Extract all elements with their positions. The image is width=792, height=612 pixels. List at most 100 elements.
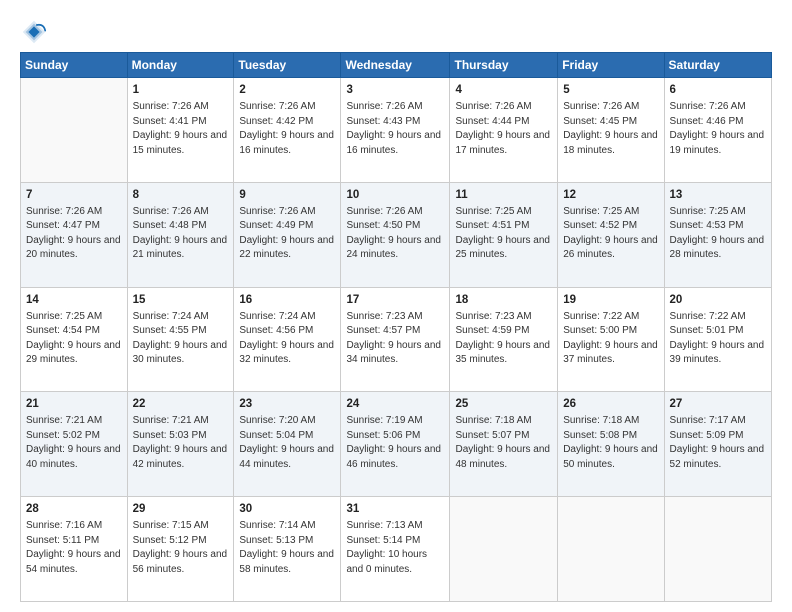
calendar-week-row: 1 Sunrise: 7:26 AM Sunset: 4:41 PM Daylig… [21,78,772,183]
day-number: 30 [239,501,335,517]
day-number: 25 [455,396,552,412]
day-info: Sunrise: 7:26 AM Sunset: 4:45 PM Dayligh… [563,100,658,158]
day-info: Sunrise: 7:26 AM Sunset: 4:42 PM Dayligh… [239,100,335,158]
calendar-day-cell: 21 Sunrise: 7:21 AM Sunset: 5:02 PM Dayli… [21,392,128,497]
day-info: Sunrise: 7:26 AM Sunset: 4:44 PM Dayligh… [455,100,552,158]
weekday-header: Tuesday [234,53,341,78]
day-info: Sunrise: 7:25 AM Sunset: 4:54 PM Dayligh… [26,310,122,368]
day-number: 12 [563,187,658,203]
day-number: 1 [133,82,229,98]
calendar-day-cell: 20Sunrise: 7:22 AM Sunset: 5:01 PM Dayli… [664,287,771,392]
calendar-day-cell: 3 Sunrise: 7:26 AM Sunset: 4:43 PM Daylig… [341,78,450,183]
calendar-day-cell: 30 Sunrise: 7:14 AM Sunset: 5:13 PM Dayli… [234,497,341,602]
day-number: 3 [346,82,444,98]
day-number: 14 [26,292,122,308]
calendar-week-row: 7 Sunrise: 7:26 AM Sunset: 4:47 PM Daylig… [21,182,772,287]
day-number: 21 [26,396,122,412]
calendar-day-cell: 2 Sunrise: 7:26 AM Sunset: 4:42 PM Daylig… [234,78,341,183]
calendar-day-cell [558,497,664,602]
day-info: Sunrise: 7:17 AM Sunset: 5:09 PM Dayligh… [670,414,766,472]
calendar-header-row: SundayMondayTuesdayWednesdayThursdayFrid… [21,53,772,78]
header [20,18,772,46]
day-number: 8 [133,187,229,203]
calendar-day-cell: 24 Sunrise: 7:19 AM Sunset: 5:06 PM Dayli… [341,392,450,497]
calendar-day-cell: 14 Sunrise: 7:25 AM Sunset: 4:54 PM Dayli… [21,287,128,392]
day-number: 18 [455,292,552,308]
calendar-day-cell: 5 Sunrise: 7:26 AM Sunset: 4:45 PM Daylig… [558,78,664,183]
calendar-day-cell: 1 Sunrise: 7:26 AM Sunset: 4:41 PM Daylig… [127,78,234,183]
day-info: Sunrise: 7:15 AM Sunset: 5:12 PM Dayligh… [133,519,229,577]
calendar-table: SundayMondayTuesdayWednesdayThursdayFrid… [20,52,772,602]
day-number: 7 [26,187,122,203]
calendar-day-cell: 13 Sunrise: 7:25 AM Sunset: 4:53 PM Dayli… [664,182,771,287]
calendar-week-row: 28 Sunrise: 7:16 AM Sunset: 5:11 PM Dayli… [21,497,772,602]
day-number: 4 [455,82,552,98]
weekday-header: Wednesday [341,53,450,78]
day-number: 11 [455,187,552,203]
calendar-day-cell: 28 Sunrise: 7:16 AM Sunset: 5:11 PM Dayli… [21,497,128,602]
calendar-day-cell: 31 Sunrise: 7:13 AM Sunset: 5:14 PM Dayli… [341,497,450,602]
day-number: 17 [346,292,444,308]
weekday-header: Saturday [664,53,771,78]
calendar-day-cell: 11Sunrise: 7:25 AM Sunset: 4:51 PM Dayli… [450,182,558,287]
day-number: 23 [239,396,335,412]
day-number: 13 [670,187,766,203]
day-info: Sunrise: 7:18 AM Sunset: 5:07 PM Dayligh… [455,414,552,472]
day-number: 26 [563,396,658,412]
day-number: 9 [239,187,335,203]
calendar-day-cell: 19Sunrise: 7:22 AM Sunset: 5:00 PM Dayli… [558,287,664,392]
day-info: Sunrise: 7:26 AM Sunset: 4:41 PM Dayligh… [133,100,229,158]
weekday-header: Sunday [21,53,128,78]
day-number: 28 [26,501,122,517]
day-info: Sunrise: 7:19 AM Sunset: 5:06 PM Dayligh… [346,414,444,472]
calendar-day-cell: 7 Sunrise: 7:26 AM Sunset: 4:47 PM Daylig… [21,182,128,287]
day-info: Sunrise: 7:21 AM Sunset: 5:02 PM Dayligh… [26,414,122,472]
day-number: 24 [346,396,444,412]
calendar-day-cell: 8 Sunrise: 7:26 AM Sunset: 4:48 PM Daylig… [127,182,234,287]
calendar-week-row: 14 Sunrise: 7:25 AM Sunset: 4:54 PM Dayli… [21,287,772,392]
calendar-day-cell: 16 Sunrise: 7:24 AM Sunset: 4:56 PM Dayli… [234,287,341,392]
day-info: Sunrise: 7:24 AM Sunset: 4:55 PM Dayligh… [133,310,229,368]
day-info: Sunrise: 7:18 AM Sunset: 5:08 PM Dayligh… [563,414,658,472]
day-info: Sunrise: 7:26 AM Sunset: 4:47 PM Dayligh… [26,205,122,263]
calendar-day-cell: 4 Sunrise: 7:26 AM Sunset: 4:44 PM Daylig… [450,78,558,183]
day-info: Sunrise: 7:26 AM Sunset: 4:43 PM Dayligh… [346,100,444,158]
day-info: Sunrise: 7:13 AM Sunset: 5:14 PM Dayligh… [346,519,444,577]
day-number: 16 [239,292,335,308]
day-number: 10 [346,187,444,203]
day-info: Sunrise: 7:22 AM Sunset: 5:01 PM Dayligh… [670,310,766,368]
day-number: 5 [563,82,658,98]
day-info: Sunrise: 7:23 AM Sunset: 4:59 PM Dayligh… [455,310,552,368]
calendar-day-cell: 22Sunrise: 7:21 AM Sunset: 5:03 PM Dayli… [127,392,234,497]
calendar-day-cell: 6 Sunrise: 7:26 AM Sunset: 4:46 PM Daylig… [664,78,771,183]
weekday-header: Friday [558,53,664,78]
day-number: 6 [670,82,766,98]
day-info: Sunrise: 7:23 AM Sunset: 4:57 PM Dayligh… [346,310,444,368]
logo [20,18,52,46]
calendar-day-cell: 12 Sunrise: 7:25 AM Sunset: 4:52 PM Dayli… [558,182,664,287]
day-info: Sunrise: 7:16 AM Sunset: 5:11 PM Dayligh… [26,519,122,577]
calendar-day-cell: 23 Sunrise: 7:20 AM Sunset: 5:04 PM Dayli… [234,392,341,497]
day-number: 29 [133,501,229,517]
calendar-day-cell [450,497,558,602]
calendar-day-cell: 17 Sunrise: 7:23 AM Sunset: 4:57 PM Dayli… [341,287,450,392]
day-info: Sunrise: 7:26 AM Sunset: 4:46 PM Dayligh… [670,100,766,158]
day-info: Sunrise: 7:22 AM Sunset: 5:00 PM Dayligh… [563,310,658,368]
day-info: Sunrise: 7:26 AM Sunset: 4:49 PM Dayligh… [239,205,335,263]
day-info: Sunrise: 7:25 AM Sunset: 4:53 PM Dayligh… [670,205,766,263]
day-number: 2 [239,82,335,98]
day-info: Sunrise: 7:20 AM Sunset: 5:04 PM Dayligh… [239,414,335,472]
day-info: Sunrise: 7:26 AM Sunset: 4:48 PM Dayligh… [133,205,229,263]
calendar-day-cell: 29 Sunrise: 7:15 AM Sunset: 5:12 PM Dayli… [127,497,234,602]
day-number: 31 [346,501,444,517]
day-number: 27 [670,396,766,412]
calendar-day-cell: 10 Sunrise: 7:26 AM Sunset: 4:50 PM Dayli… [341,182,450,287]
calendar-day-cell: 18 Sunrise: 7:23 AM Sunset: 4:59 PM Dayli… [450,287,558,392]
day-info: Sunrise: 7:24 AM Sunset: 4:56 PM Dayligh… [239,310,335,368]
day-number: 22 [133,396,229,412]
day-info: Sunrise: 7:25 AM Sunset: 4:52 PM Dayligh… [563,205,658,263]
calendar-day-cell: 26 Sunrise: 7:18 AM Sunset: 5:08 PM Dayli… [558,392,664,497]
day-info: Sunrise: 7:14 AM Sunset: 5:13 PM Dayligh… [239,519,335,577]
day-info: Sunrise: 7:26 AM Sunset: 4:50 PM Dayligh… [346,205,444,263]
calendar-day-cell [21,78,128,183]
